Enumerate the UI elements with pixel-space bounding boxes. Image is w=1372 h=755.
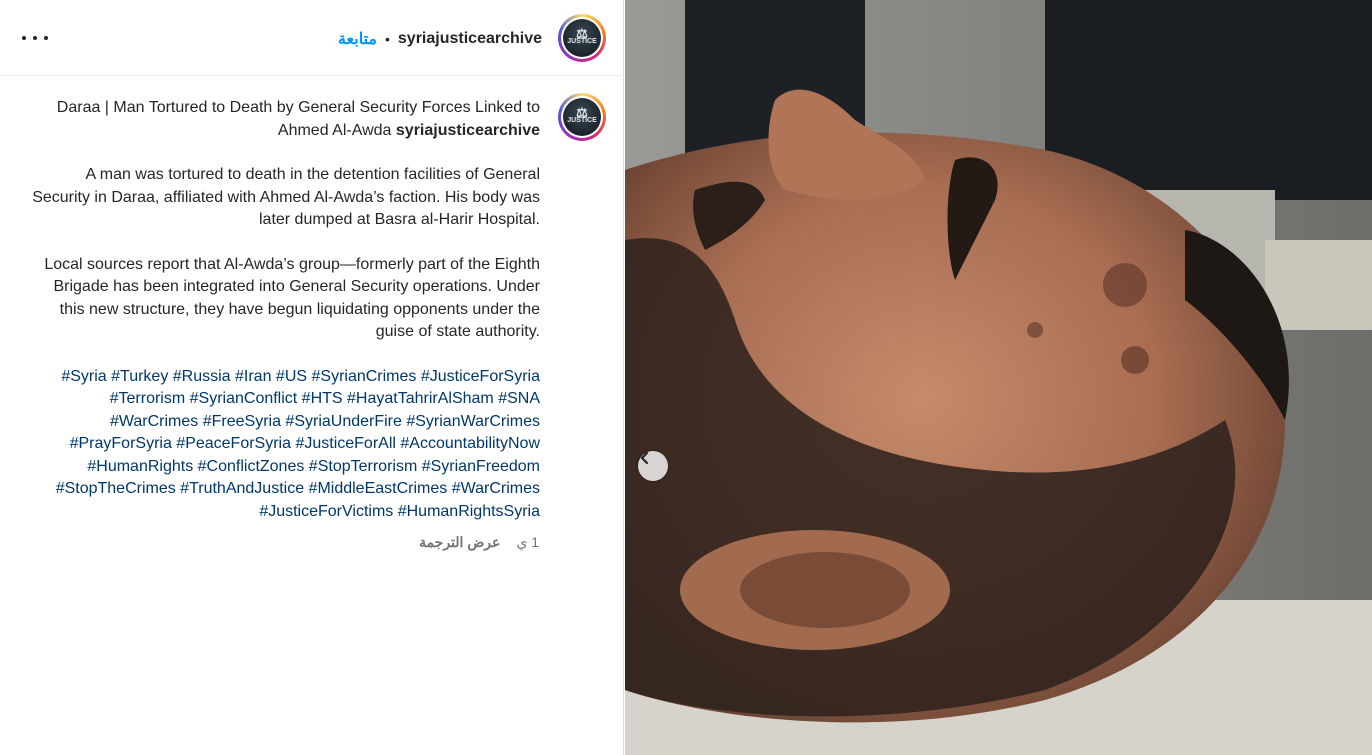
post-info-panel: متابعة • syriajusticearchive ⚖ JUSTICE ⚖ J… [0, 0, 624, 755]
profile-logo-icon: ⚖ JUSTICE [563, 19, 601, 57]
header-user-row: متابعة • syriajusticearchive [338, 27, 542, 51]
follow-button[interactable]: متابعة [338, 29, 377, 49]
more-options-icon[interactable] [22, 28, 48, 48]
see-translation-button[interactable]: عرض الترجمة [419, 534, 500, 551]
header-username[interactable]: syriajusticearchive [398, 30, 542, 48]
post-photo [625, 0, 1372, 755]
header-avatar[interactable]: ⚖ JUSTICE [558, 14, 606, 62]
profile-logo-icon: ⚖ JUSTICE [563, 98, 601, 136]
post-header: متابعة • syriajusticearchive ⚖ JUSTICE [0, 0, 624, 76]
post-caption: Daraa | Man Tortured to Death by General… [30, 97, 540, 545]
caption-hashtags[interactable]: #Syria #Turkey #Russia #Iran #US #Syrian… [30, 366, 540, 524]
caption-paragraph-2: Local sources report that Al-Awda’s grou… [44, 255, 540, 341]
caption-title-line: Daraa | Man Tortured to Death by General… [30, 97, 540, 142]
caption-avatar[interactable]: ⚖ JUSTICE [558, 93, 606, 141]
chevron-left-icon [640, 451, 649, 465]
caption-paragraph-1: A man was tortured to death in the deten… [32, 166, 540, 228]
post-meta: 1 ي عرض الترجمة [419, 534, 539, 551]
post-media[interactable] [625, 0, 1372, 755]
previous-media-button[interactable] [638, 451, 668, 481]
caption-username[interactable]: syriajusticearchive [396, 122, 540, 139]
separator-dot: • [385, 31, 390, 47]
post-time: 1 ي [516, 534, 539, 550]
